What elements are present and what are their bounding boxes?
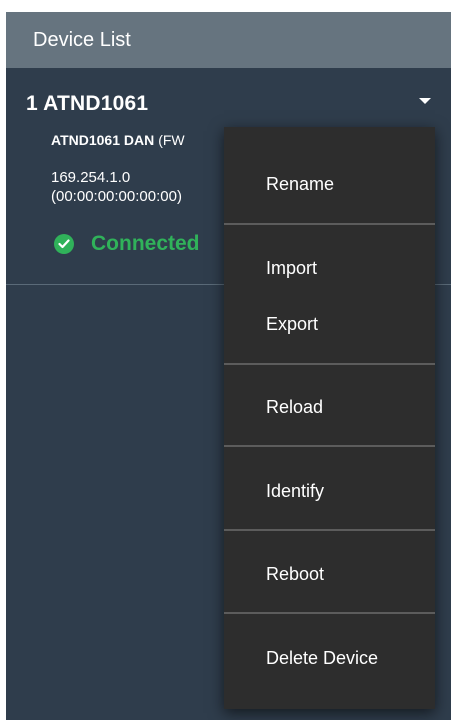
status-text: Connected [91, 232, 200, 255]
menu-item-delete-device[interactable]: Delete Device [266, 648, 378, 669]
device-model-line: ATND1061 DAN (FW [51, 132, 185, 148]
menu-divider [224, 612, 435, 614]
device-name: 1 ATND1061 [26, 92, 149, 115]
menu-item-import[interactable]: Import [266, 258, 317, 279]
menu-item-reload[interactable]: Reload [266, 397, 323, 418]
menu-item-export[interactable]: Export [266, 314, 318, 335]
check-circle-icon [54, 234, 74, 254]
menu-item-reboot[interactable]: Reboot [266, 564, 324, 585]
device-list-title: Device List [33, 28, 131, 51]
caret-down-icon[interactable] [419, 98, 431, 104]
menu-divider [224, 445, 435, 447]
menu-divider [224, 223, 435, 225]
status-badge: Connected [54, 232, 200, 256]
menu-item-identify[interactable]: Identify [266, 481, 324, 502]
device-list-header: Device List [6, 12, 451, 68]
device-address: 169.254.1.0 (00:00:00:00:00:00) [51, 168, 182, 206]
menu-divider [224, 363, 435, 365]
device-mac: (00:00:00:00:00:00) [51, 188, 182, 205]
device-ip: 169.254.1.0 [51, 169, 131, 186]
device-firmware: (FW [158, 132, 185, 148]
device-model: ATND1061 DAN [51, 132, 155, 148]
device-context-menu: Rename Import Export Reload Identify Reb… [224, 127, 435, 709]
menu-item-rename[interactable]: Rename [266, 174, 334, 195]
menu-divider [224, 529, 435, 531]
